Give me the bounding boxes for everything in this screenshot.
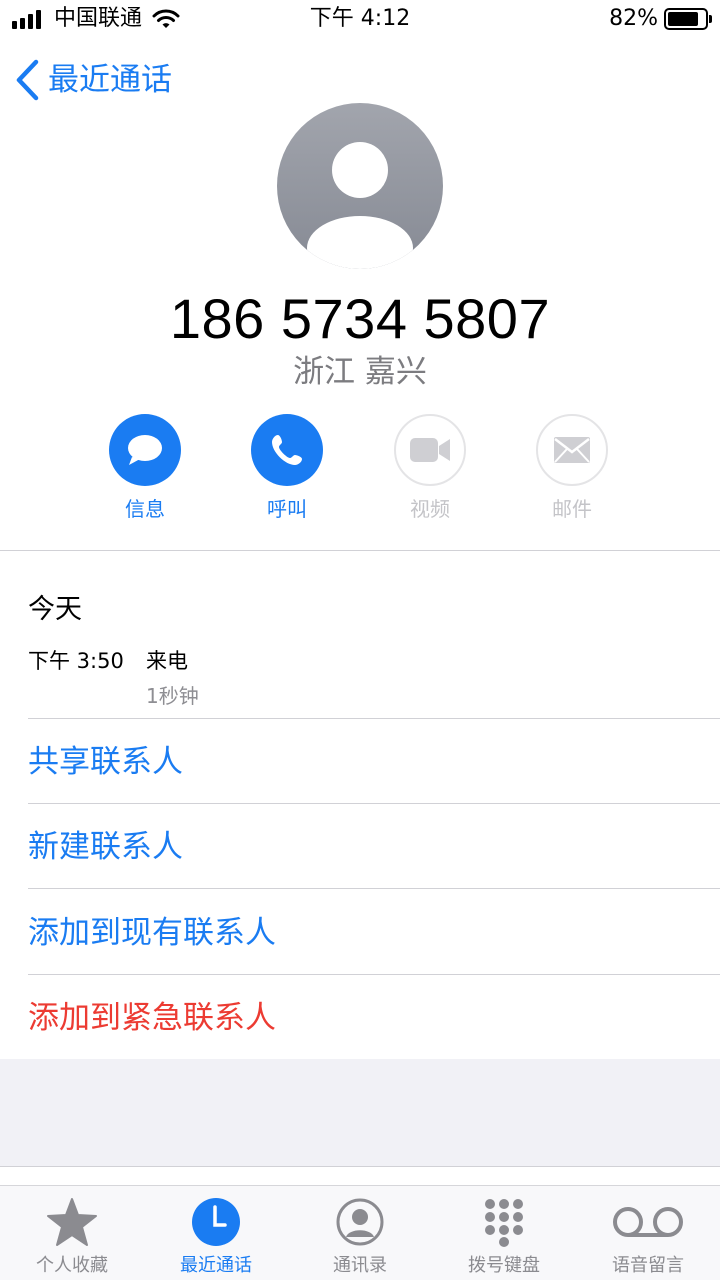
tab-label: 语音留言 [612,1255,684,1276]
mail-label: 邮件 [552,497,592,521]
divider [0,1166,720,1167]
star-icon [47,1198,97,1246]
divider [0,550,720,551]
video-label: 视频 [410,497,450,521]
tab-contacts[interactable]: 通讯录 [288,1196,432,1278]
person-placeholder-icon [277,103,443,269]
back-label: 最近通话 [48,62,172,98]
battery-icon [664,8,712,30]
divider [28,803,720,804]
video-icon [410,438,450,462]
keypad-icon [485,1199,523,1247]
back-button[interactable]: 最近通话 [14,58,172,102]
video-button[interactable]: 视频 [360,414,500,522]
battery-percent: 82% [609,6,658,31]
call-time: 下午 3:50 [28,649,124,673]
chevron-left-icon [16,59,39,101]
call-label: 呼叫 [267,497,307,521]
call-type: 来电 [146,649,188,673]
tab-label: 拨号键盘 [468,1255,540,1276]
tab-label: 通讯录 [333,1255,387,1276]
tab-favorites[interactable]: 个人收藏 [0,1196,144,1278]
new-contact-button[interactable]: 新建联系人 [28,827,183,867]
tab-label: 个人收藏 [36,1255,108,1276]
divider [28,974,720,975]
message-icon [128,435,162,465]
phone-number: 186 5734 5807 [169,287,551,350]
divider [28,718,720,719]
voicemail-icon [613,1207,683,1237]
message-button[interactable]: 信息 [75,414,215,522]
call-button[interactable]: 呼叫 [217,414,357,522]
add-to-emergency-contacts-button[interactable]: 添加到紧急联系人 [28,998,276,1038]
action-row: 信息 呼叫 视频 邮件 [0,414,720,534]
call-day: 今天 [28,594,82,625]
mail-button[interactable]: 邮件 [502,414,642,522]
status-bar: 中国联通 下午 4:12 82% [0,0,720,40]
phone-icon [272,435,302,465]
share-contact-button[interactable]: 共享联系人 [28,742,183,782]
tab-bar: 个人收藏 最近通话 通讯录 拨号键盘 语音留言 [0,1185,720,1280]
tab-label: 最近通话 [180,1255,252,1276]
call-duration: 1秒钟 [146,684,199,708]
tab-voicemail[interactable]: 语音留言 [576,1196,720,1278]
contacts-icon [336,1198,384,1246]
grouped-background [0,1059,720,1166]
message-label: 信息 [125,497,165,521]
clock-icon [192,1198,240,1246]
divider [28,888,720,889]
tab-keypad[interactable]: 拨号键盘 [432,1196,576,1278]
location-label: 浙江 嘉兴 [293,354,427,390]
tab-recents[interactable]: 最近通话 [144,1196,288,1278]
add-to-existing-contact-button[interactable]: 添加到现有联系人 [28,913,276,953]
mail-icon [554,437,590,463]
